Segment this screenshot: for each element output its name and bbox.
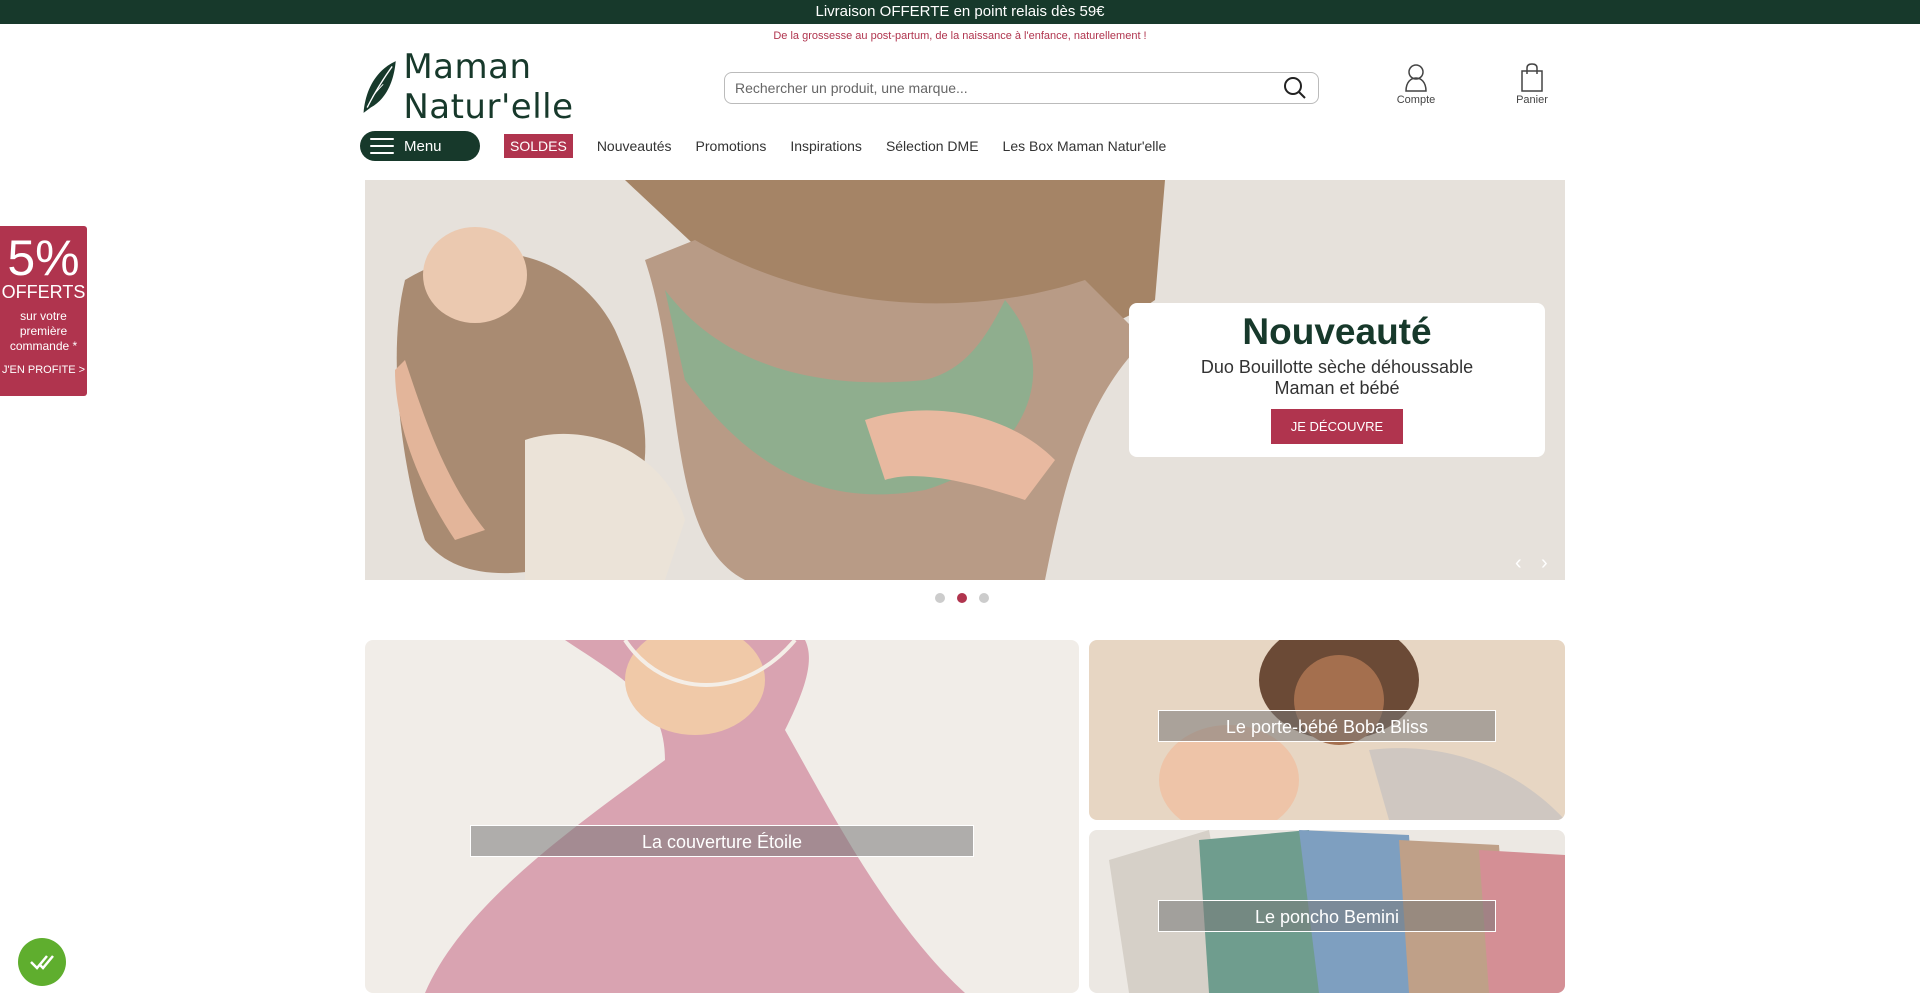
hero-subtitle-line1: Duo Bouillotte sèche déhoussable <box>1200 357 1474 377</box>
tile-poncho[interactable]: Le poncho Bemini <box>1089 830 1565 993</box>
nav-item-selection-dme[interactable]: Sélection DME <box>886 138 979 154</box>
carousel-next-icon[interactable]: › <box>1541 552 1548 575</box>
hamburger-icon <box>370 138 394 154</box>
menu-button[interactable]: Menu <box>360 131 480 161</box>
nav-item-soldes[interactable]: SOLDES <box>504 134 573 158</box>
hero-title: Nouveauté <box>1242 311 1432 352</box>
promo-offerts: OFFERTS <box>1 282 86 302</box>
search-bar[interactable] <box>724 72 1319 104</box>
announcement-bar: Livraison OFFERTE en point relais dès 59… <box>0 0 1920 24</box>
site-logo[interactable]: Maman Natur'elle <box>360 47 680 127</box>
promo-percent: 5% <box>7 230 80 286</box>
tile-couverture[interactable]: La couverture Étoile <box>365 640 1079 993</box>
hero-cta-button[interactable]: JE DÉCOUVRE <box>1270 409 1404 444</box>
nav-item-box[interactable]: Les Box Maman Natur'elle <box>1003 138 1167 154</box>
tile-porte-bebe[interactable]: Le porte-bébé Boba Bliss <box>1089 640 1565 820</box>
tile-label: La couverture Étoile <box>470 825 974 857</box>
nav-item-nouveautes[interactable]: Nouveautés <box>597 138 672 154</box>
menu-label: Menu <box>404 137 442 155</box>
first-order-promo[interactable]: 5% OFFERTS sur votre première commande *… <box>0 226 87 396</box>
cookie-consent-icon <box>30 955 54 970</box>
carousel-prev-icon[interactable]: ‹ <box>1515 552 1522 575</box>
user-icon <box>1405 64 1427 92</box>
carousel-dot-3[interactable] <box>979 593 989 603</box>
tile-label: Le poncho Bemini <box>1158 900 1496 932</box>
search-icon[interactable] <box>1282 75 1308 101</box>
account-link[interactable]: Compte <box>1390 62 1442 106</box>
carousel-dot-2[interactable] <box>957 593 967 603</box>
logo-text: Maman Natur'elle <box>403 47 574 127</box>
hero-card: Nouveauté Duo Bouillotte sèche déhoussab… <box>1129 303 1545 457</box>
carousel-dot-1[interactable] <box>935 593 945 603</box>
nav-item-inspirations[interactable]: Inspirations <box>790 138 862 154</box>
bag-icon <box>1521 63 1543 92</box>
cookie-consent-button[interactable] <box>18 938 66 986</box>
promo-desc-1: sur votre <box>20 309 67 323</box>
promo-desc-2: première <box>19 324 68 338</box>
carousel-dots <box>935 593 989 603</box>
hero-subtitle-line2: Maman et bébé <box>1274 378 1400 398</box>
leaf-logo-icon <box>363 61 396 113</box>
promo-cta[interactable]: J'EN PROFITE > <box>0 364 87 376</box>
account-label: Compte <box>1396 94 1436 106</box>
nav-item-promotions[interactable]: Promotions <box>696 138 767 154</box>
tagline: De la grossesse au post-partum, de la na… <box>773 30 1147 42</box>
tile-couverture-image <box>365 640 1079 993</box>
main-nav: Menu SOLDES Nouveautés Promotions Inspir… <box>360 131 1166 161</box>
cart-label: Panier <box>1516 94 1548 106</box>
cart-link[interactable]: Panier <box>1506 62 1558 106</box>
tile-label: Le porte-bébé Boba Bliss <box>1158 710 1496 742</box>
hero-carousel[interactable]: Nouveauté Duo Bouillotte sèche déhoussab… <box>365 180 1565 580</box>
promo-desc-3: commande * <box>9 339 78 353</box>
search-input[interactable] <box>735 80 1282 96</box>
